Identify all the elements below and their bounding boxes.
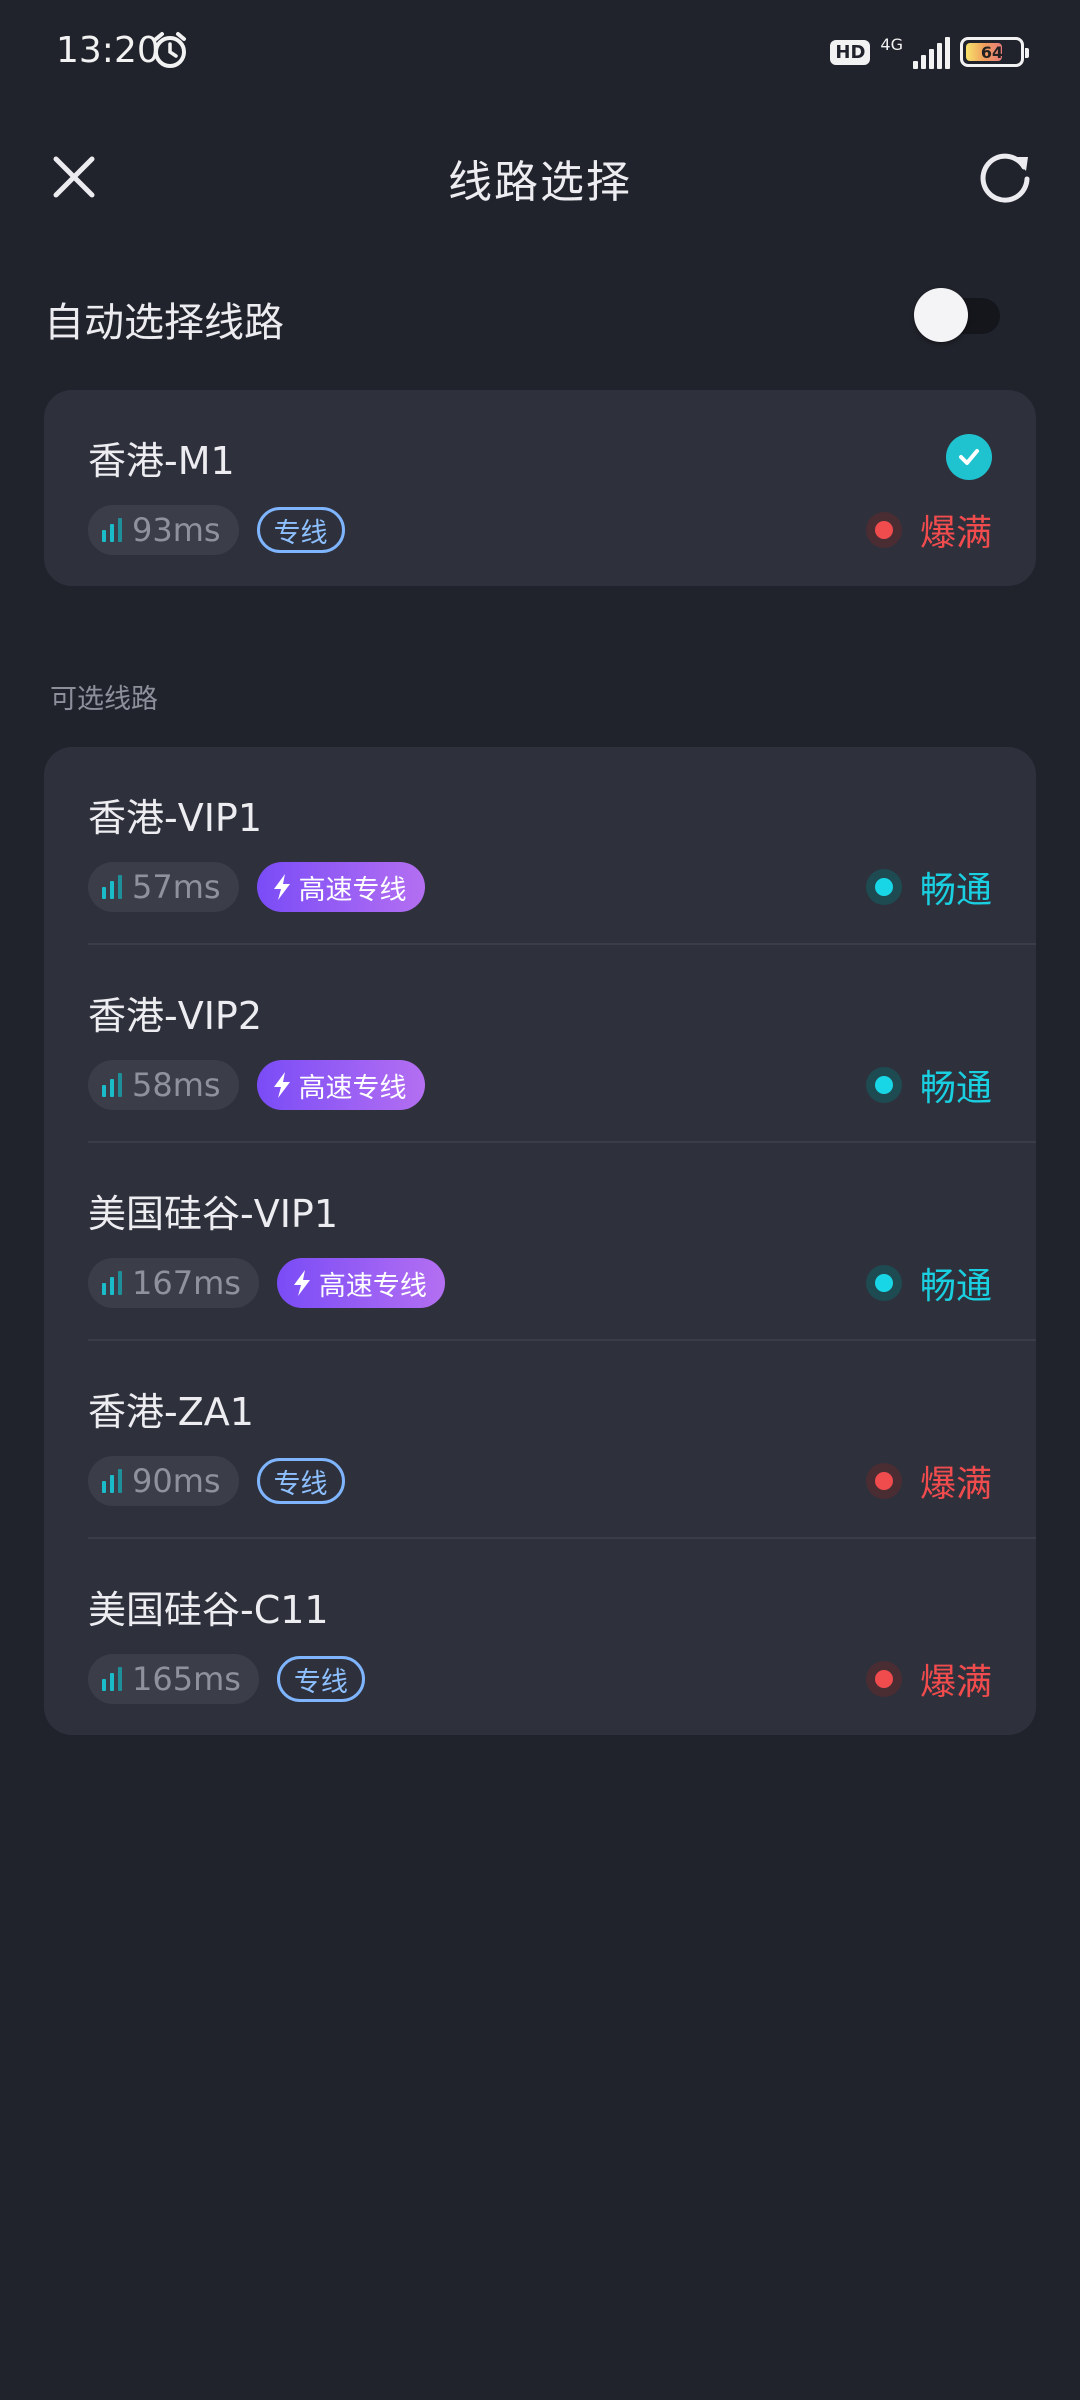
route-name: 香港-M1 xyxy=(88,439,235,483)
latency-value: 57ms xyxy=(132,868,221,906)
tag-dedicated-line: 专线 xyxy=(256,507,345,553)
section-label-available: 可选线路 xyxy=(50,684,158,715)
latency-badge: 58ms xyxy=(88,1060,239,1110)
page-title: 线路选择 xyxy=(448,157,632,208)
route-item[interactable]: 香港-VIP1 57ms 高速专线 畅通 xyxy=(44,747,1036,945)
tag-text: 高速专线 xyxy=(298,874,407,906)
latency-value: 167ms xyxy=(132,1264,241,1302)
signal-bars-icon xyxy=(102,875,122,899)
lightning-icon xyxy=(273,874,290,900)
battery-icon: 64 xyxy=(960,37,1029,67)
status-text: 畅通 xyxy=(919,870,992,911)
route-name: 香港-VIP1 xyxy=(88,796,263,840)
tag-dedicated-line: 专线 xyxy=(256,1458,345,1504)
toggle-knob xyxy=(914,288,968,342)
route-name: 香港-VIP2 xyxy=(88,994,263,1038)
status-dot xyxy=(865,512,902,548)
status-text: 爆满 xyxy=(919,1464,992,1505)
tag-text: 高速专线 xyxy=(298,1072,407,1104)
tag-dedicated-line: 专线 xyxy=(276,1656,365,1702)
status-dot xyxy=(865,1067,902,1103)
signal-bars-icon xyxy=(102,1073,122,1097)
route-meta: 58ms 高速专线 xyxy=(88,1060,425,1110)
route-list: 香港-VIP1 57ms 高速专线 畅通 香港-VIP2 58ms 高速专线 畅… xyxy=(44,747,1036,1735)
auto-select-toggle[interactable] xyxy=(914,288,1004,342)
latency-value: 58ms xyxy=(132,1066,221,1104)
route-item[interactable]: 香港-ZA1 90ms 专线 爆满 xyxy=(44,1341,1036,1539)
route-name: 香港-ZA1 xyxy=(88,1390,254,1434)
refresh-icon[interactable] xyxy=(974,145,1036,207)
auto-select-label: 自动选择线路 xyxy=(44,300,284,346)
lightning-icon xyxy=(293,1270,310,1296)
latency-value: 93ms xyxy=(132,511,221,549)
auto-select-row: 自动选择线路 xyxy=(44,270,1036,360)
latency-badge: 93ms xyxy=(88,505,239,555)
status-text: 爆满 xyxy=(919,513,992,554)
route-name: 美国硅谷-C11 xyxy=(88,1588,329,1632)
route-meta: 93ms 专线 xyxy=(88,505,345,555)
current-route-card[interactable]: 香港-M1 93ms 专线 爆满 xyxy=(44,390,1036,586)
route-status: 畅通 xyxy=(865,1055,992,1115)
status-text: 畅通 xyxy=(919,1068,992,1109)
route-name: 美国硅谷-VIP1 xyxy=(88,1192,339,1236)
route-item[interactable]: 美国硅谷-C11 165ms 专线 爆满 xyxy=(44,1539,1036,1737)
status-bar: 13:20 HD 4G 64 xyxy=(0,0,1080,100)
tag-high-speed: 高速专线 xyxy=(276,1258,445,1308)
route-item[interactable]: 香港-VIP2 58ms 高速专线 畅通 xyxy=(44,945,1036,1143)
tag-high-speed: 高速专线 xyxy=(256,862,425,912)
signal-bars-icon xyxy=(102,1667,122,1691)
signal-bars-icon xyxy=(102,1271,122,1295)
route-status: 爆满 xyxy=(865,1451,992,1511)
latency-badge: 57ms xyxy=(88,862,239,912)
status-dot xyxy=(865,1265,902,1301)
tag-text: 高速专线 xyxy=(318,1270,427,1302)
check-circle-icon xyxy=(946,434,992,480)
route-meta: 165ms 专线 xyxy=(88,1654,365,1704)
lightning-icon xyxy=(273,1072,290,1098)
status-dot xyxy=(865,1661,902,1697)
latency-badge: 167ms xyxy=(88,1258,259,1308)
latency-value: 90ms xyxy=(132,1462,221,1500)
tag-high-speed: 高速专线 xyxy=(256,1060,425,1110)
signal-bars-icon xyxy=(102,518,122,542)
status-text: 畅通 xyxy=(919,1266,992,1307)
status-indicators: HD 4G 64 xyxy=(830,30,1029,74)
status-dot xyxy=(865,1463,902,1499)
route-meta: 167ms 高速专线 xyxy=(88,1258,445,1308)
route-item[interactable]: 美国硅谷-VIP1 167ms 高速专线 畅通 xyxy=(44,1143,1036,1341)
route-meta: 90ms 专线 xyxy=(88,1456,345,1506)
status-dot xyxy=(865,869,902,905)
latency-value: 165ms xyxy=(132,1660,241,1698)
status-time: 13:20 xyxy=(56,30,160,71)
hd-badge: HD xyxy=(830,39,871,65)
latency-badge: 165ms xyxy=(88,1654,259,1704)
alarm-clock-icon xyxy=(154,32,186,68)
latency-badge: 90ms xyxy=(88,1456,239,1506)
battery-level: 64 xyxy=(980,42,1004,62)
signal-bars-icon xyxy=(102,1469,122,1493)
route-meta: 57ms 高速专线 xyxy=(88,862,425,912)
route-status: 爆满 xyxy=(865,1649,992,1709)
route-status: 畅通 xyxy=(865,1253,992,1313)
route-status: 爆满 xyxy=(865,500,992,560)
header: 线路选择 xyxy=(0,120,1080,230)
current-route: 香港-M1 93ms 专线 爆满 xyxy=(44,390,1036,588)
route-status: 畅通 xyxy=(865,857,992,917)
signal-icon xyxy=(913,35,950,69)
status-text: 爆满 xyxy=(919,1662,992,1703)
network-type: 4G xyxy=(880,34,903,54)
